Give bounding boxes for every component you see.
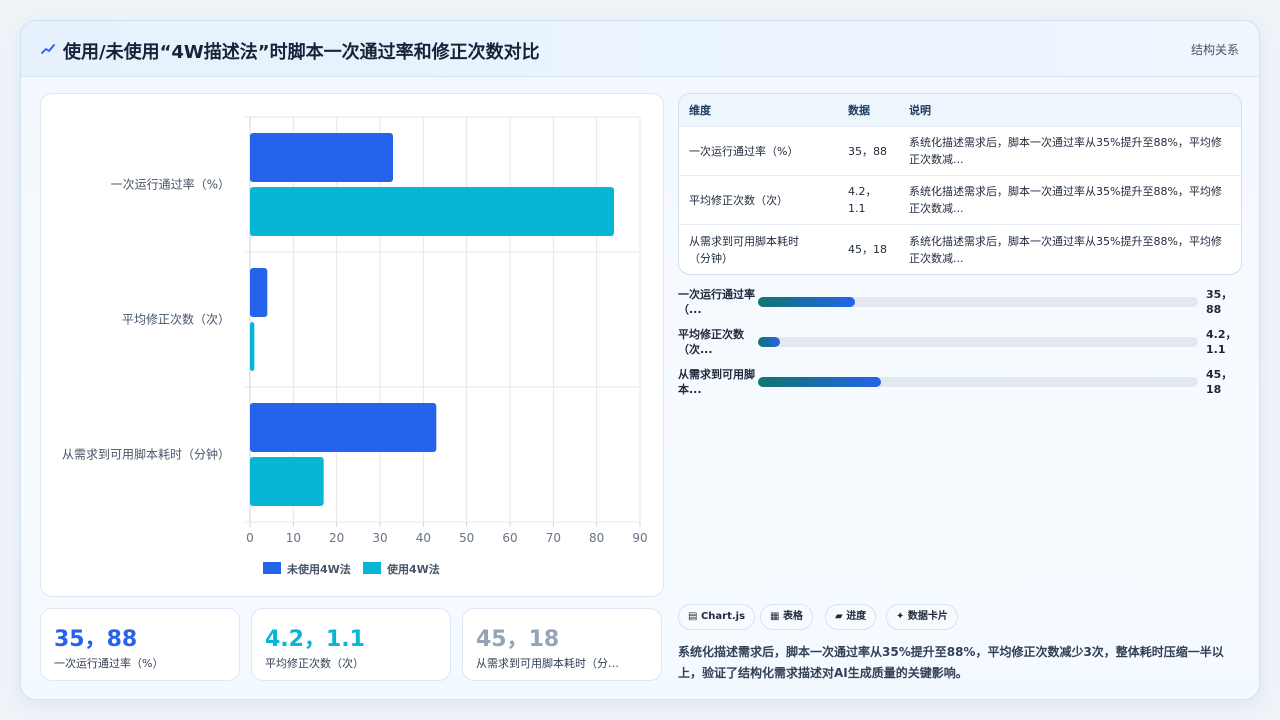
- bar-without-4w: [250, 133, 393, 182]
- data-table: 维度 数据 说明 一次运行通过率（%） 35，88 系统化描述需求后，脚本一次通…: [678, 93, 1242, 275]
- x-tick-label: 10: [286, 531, 301, 545]
- legend-swatch: [263, 562, 281, 574]
- y-category-label: 一次运行通过率（%）: [111, 177, 230, 192]
- kpi-card-duration: 45，18 从需求到可用脚本耗时（分…: [462, 608, 662, 681]
- structure-tag[interactable]: 结构关系: [1191, 41, 1239, 58]
- kpi-card-fix-count: 4.2，1.1 平均修正次数（次）: [251, 608, 451, 681]
- x-tick-label: 20: [329, 531, 344, 545]
- bar-without-4w: [250, 403, 437, 452]
- legend-label: 使用4W法: [386, 562, 440, 576]
- table-cell-data: 4.2，1.1: [848, 185, 877, 215]
- kpi-card-pass-rate: 35，88 一次运行通过率（%）: [40, 608, 240, 681]
- kpi-label: 平均修正次数（次）: [265, 657, 364, 670]
- table-cell-dimension: 平均修正次数（次）: [689, 194, 788, 207]
- progress-track: [758, 337, 1198, 347]
- legend-swatch: [363, 562, 381, 574]
- progress-track: [758, 297, 1198, 307]
- table-cell-dimension: 从需求到可用脚本耗时（分钟）: [689, 235, 799, 265]
- x-tick-label: 90: [632, 531, 647, 545]
- chip-label: Chart.js: [700, 611, 746, 622]
- chip-data-card[interactable]: ✦ 数据卡片: [886, 604, 958, 630]
- summary-text: 系统化描述需求后，脚本一次通过率从35%提升至88%，平均修正次数减少3次，整体…: [678, 645, 1224, 680]
- bar-with-4w: [250, 187, 614, 236]
- progress-value: 4.2，1.1: [1206, 328, 1237, 356]
- chip-progress[interactable]: ▰ 进度: [825, 604, 877, 630]
- progress-label: 从需求到可用脚本...: [678, 368, 755, 396]
- table-cell-data: 35，88: [848, 145, 887, 158]
- chip-label: 数据卡片: [907, 611, 948, 622]
- progress-fill: [758, 377, 882, 387]
- kpi-value: 4.2，1.1: [265, 627, 365, 652]
- progress-row-pass-rate: 一次运行通过率（... 35，88: [678, 287, 1242, 321]
- table-header-description: 说明: [909, 104, 931, 117]
- table-cell-description: 系统化描述需求后，脚本一次通过率从35%提升至88%，平均修正次数减...: [909, 235, 1222, 265]
- table-row: 一次运行通过率（%） 35，88 系统化描述需求后，脚本一次通过率从35%提升至…: [679, 127, 1241, 176]
- progress-fill: [758, 337, 780, 347]
- x-tick-label: 40: [416, 531, 431, 545]
- table-cell-description: 系统化描述需求后，脚本一次通过率从35%提升至88%，平均修正次数减...: [909, 185, 1222, 215]
- progress-row-fix-count: 平均修正次数（次... 4.2，1.1: [678, 327, 1242, 361]
- x-tick-label: 50: [459, 531, 474, 545]
- bar-with-4w: [250, 322, 255, 371]
- table-cell-dimension: 一次运行通过率（%）: [689, 145, 799, 158]
- sparkline-icon: [41, 44, 55, 54]
- table-header-data: 数据: [848, 104, 870, 117]
- y-category-label: 平均修正次数（次）: [122, 312, 230, 327]
- progress-fill: [758, 297, 855, 307]
- bar-chart: 0 10 20 30 40 50 60 70 80 90 一次运行通过率（%） 平均修正次数（次） 从需…: [62, 116, 648, 576]
- page-title: 使用/未使用“4W描述法”时脚本一次通过率和修正次数对比: [63, 42, 540, 63]
- legend-label: 未使用4W法: [286, 562, 351, 576]
- table-row: 平均修正次数（次） 4.2，1.1 系统化描述需求后，脚本一次通过率从35%提升…: [679, 176, 1241, 225]
- kpi-value: 35，88: [54, 627, 138, 652]
- chip-label: 进度: [846, 611, 867, 622]
- kpi-label: 一次运行通过率（%）: [54, 657, 164, 670]
- kpi-label: 从需求到可用脚本耗时（分…: [476, 657, 619, 670]
- progress-label: 一次运行通过率（...: [678, 288, 755, 316]
- chart-icon: ▤: [688, 611, 698, 622]
- table-row: 从需求到可用脚本耗时（分钟） 45，18 系统化描述需求后，脚本一次通过率从35…: [679, 225, 1241, 274]
- table-icon: ▦: [770, 611, 780, 622]
- bar-without-4w: [250, 268, 268, 317]
- bar-chart-panel: 0 10 20 30 40 50 60 70 80 90 一次运行通过率（%） 平均修正次数（次） 从需…: [40, 93, 664, 597]
- progress-value: 35，88: [1206, 288, 1233, 316]
- progress-icon: ▰: [835, 611, 843, 622]
- x-tick-label: 0: [246, 531, 254, 545]
- x-tick-label: 60: [502, 531, 517, 545]
- x-tick-label: 70: [546, 531, 561, 545]
- table-header-dimension: 维度: [689, 104, 711, 117]
- card-icon: ✦: [896, 611, 905, 622]
- x-tick-label: 80: [589, 531, 604, 545]
- bar-with-4w: [250, 457, 324, 506]
- table-cell-description: 系统化描述需求后，脚本一次通过率从35%提升至88%，平均修正次数减...: [909, 136, 1222, 166]
- progress-value: 45，18: [1206, 368, 1233, 396]
- table-cell-data: 45，18: [848, 243, 887, 256]
- y-category-label: 从需求到可用脚本耗时（分钟）: [62, 447, 230, 462]
- progress-label: 平均修正次数（次...: [678, 328, 744, 356]
- kpi-value: 45，18: [476, 627, 560, 652]
- chip-chartjs[interactable]: ▤ Chart.js: [678, 604, 756, 630]
- dashboard-card: 使用/未使用“4W描述法”时脚本一次通过率和修正次数对比 结构关系 0 10 20 3…: [20, 20, 1260, 700]
- header: 使用/未使用“4W描述法”时脚本一次通过率和修正次数对比 结构关系: [21, 21, 1259, 77]
- table-header-row: 维度 数据 说明: [679, 94, 1241, 127]
- progress-row-duration: 从需求到可用脚本... 45，18: [678, 367, 1242, 401]
- chip-table[interactable]: ▦ 表格: [760, 604, 813, 630]
- progress-track: [758, 377, 1198, 387]
- x-tick-label: 30: [372, 531, 387, 545]
- chip-label: 表格: [782, 611, 803, 622]
